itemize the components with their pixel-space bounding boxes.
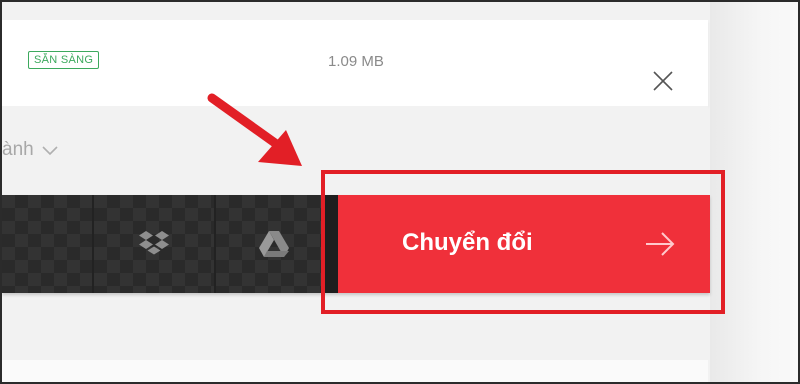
dropbox-button[interactable] bbox=[94, 195, 214, 293]
annotation-arrow-icon bbox=[207, 93, 302, 166]
status-badge: SẴN SÀNG bbox=[28, 51, 100, 69]
annotation-highlight-box bbox=[321, 170, 725, 314]
dropbox-icon bbox=[139, 231, 169, 255]
upload-from-device-button[interactable] bbox=[2, 195, 92, 293]
chevron-down-icon bbox=[42, 146, 58, 156]
next-file-card bbox=[2, 360, 708, 382]
close-icon bbox=[653, 71, 673, 91]
google-drive-button[interactable] bbox=[216, 195, 324, 293]
dropdown-label: ành bbox=[2, 139, 34, 160]
file-size: 1.09 MB bbox=[328, 53, 384, 70]
screenshot-frame: SẴN SÀNG 1.09 MB ành Chuyển đổi bbox=[0, 0, 800, 384]
settings-dropdown[interactable]: ành bbox=[2, 139, 58, 161]
google-drive-icon bbox=[259, 231, 289, 257]
close-button[interactable] bbox=[650, 68, 676, 94]
file-card: SẴN SÀNG 1.09 MB bbox=[2, 20, 708, 106]
